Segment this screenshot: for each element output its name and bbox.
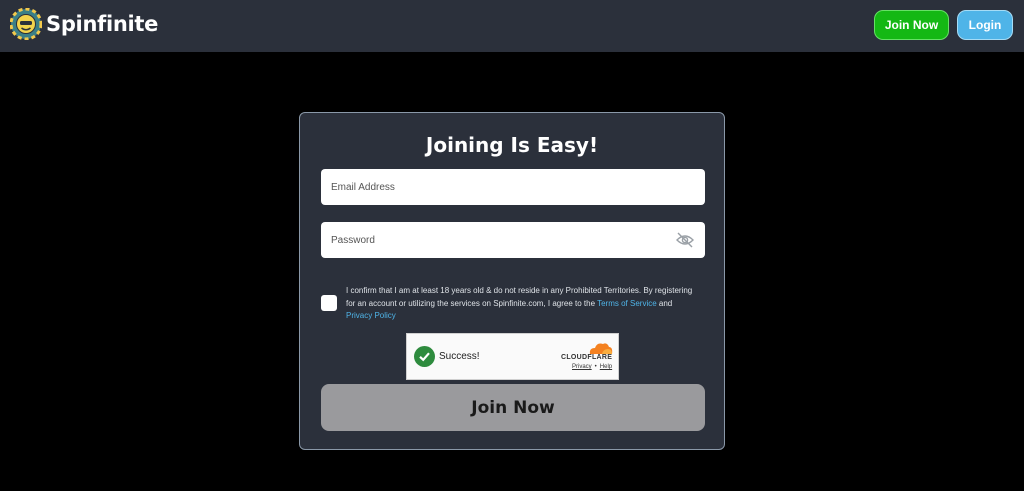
- signup-title: Joining Is Easy!: [425, 133, 599, 157]
- brand-name: Spinfinite: [46, 12, 159, 36]
- password-placeholder: Password: [331, 234, 375, 246]
- brand[interactable]: Spinfinite: [10, 8, 158, 40]
- email-placeholder: Email Address: [331, 181, 395, 193]
- privacy-policy-link[interactable]: Privacy Policy: [346, 311, 396, 320]
- age-consent-checkbox[interactable]: [321, 295, 337, 311]
- captcha-status: Success!: [439, 351, 480, 362]
- eye-slash-icon[interactable]: [676, 232, 694, 248]
- join-now-submit-button[interactable]: Join Now: [321, 384, 705, 431]
- cloudflare-wordmark: CLOUDFLARE: [561, 354, 613, 361]
- consent-text: I confirm that I am at least 18 years ol…: [346, 285, 696, 323]
- consent-and: and: [656, 298, 673, 308]
- email-field[interactable]: Email Address: [321, 169, 705, 205]
- cloudflare-cloud-icon: [589, 343, 613, 354]
- captcha-widget[interactable]: Success! CLOUDFLARE Privacy • Help: [406, 333, 619, 380]
- captcha-help-link[interactable]: Help: [600, 364, 612, 370]
- signup-card: Joining Is Easy! Email Address Password …: [299, 112, 725, 450]
- captcha-link-separator: •: [594, 364, 597, 370]
- terms-of-service-link[interactable]: Terms of Service: [597, 299, 657, 308]
- captcha-links: Privacy • Help: [572, 364, 612, 370]
- header-login-button[interactable]: Login: [957, 10, 1013, 40]
- check-circle-icon: [414, 346, 435, 367]
- spinfinite-chip-logo-icon: [10, 8, 42, 40]
- header-join-now-button[interactable]: Join Now: [874, 10, 949, 40]
- top-navbar: Spinfinite Join Now Login: [0, 0, 1024, 52]
- captcha-privacy-link[interactable]: Privacy: [572, 364, 592, 370]
- password-field[interactable]: Password: [321, 222, 705, 258]
